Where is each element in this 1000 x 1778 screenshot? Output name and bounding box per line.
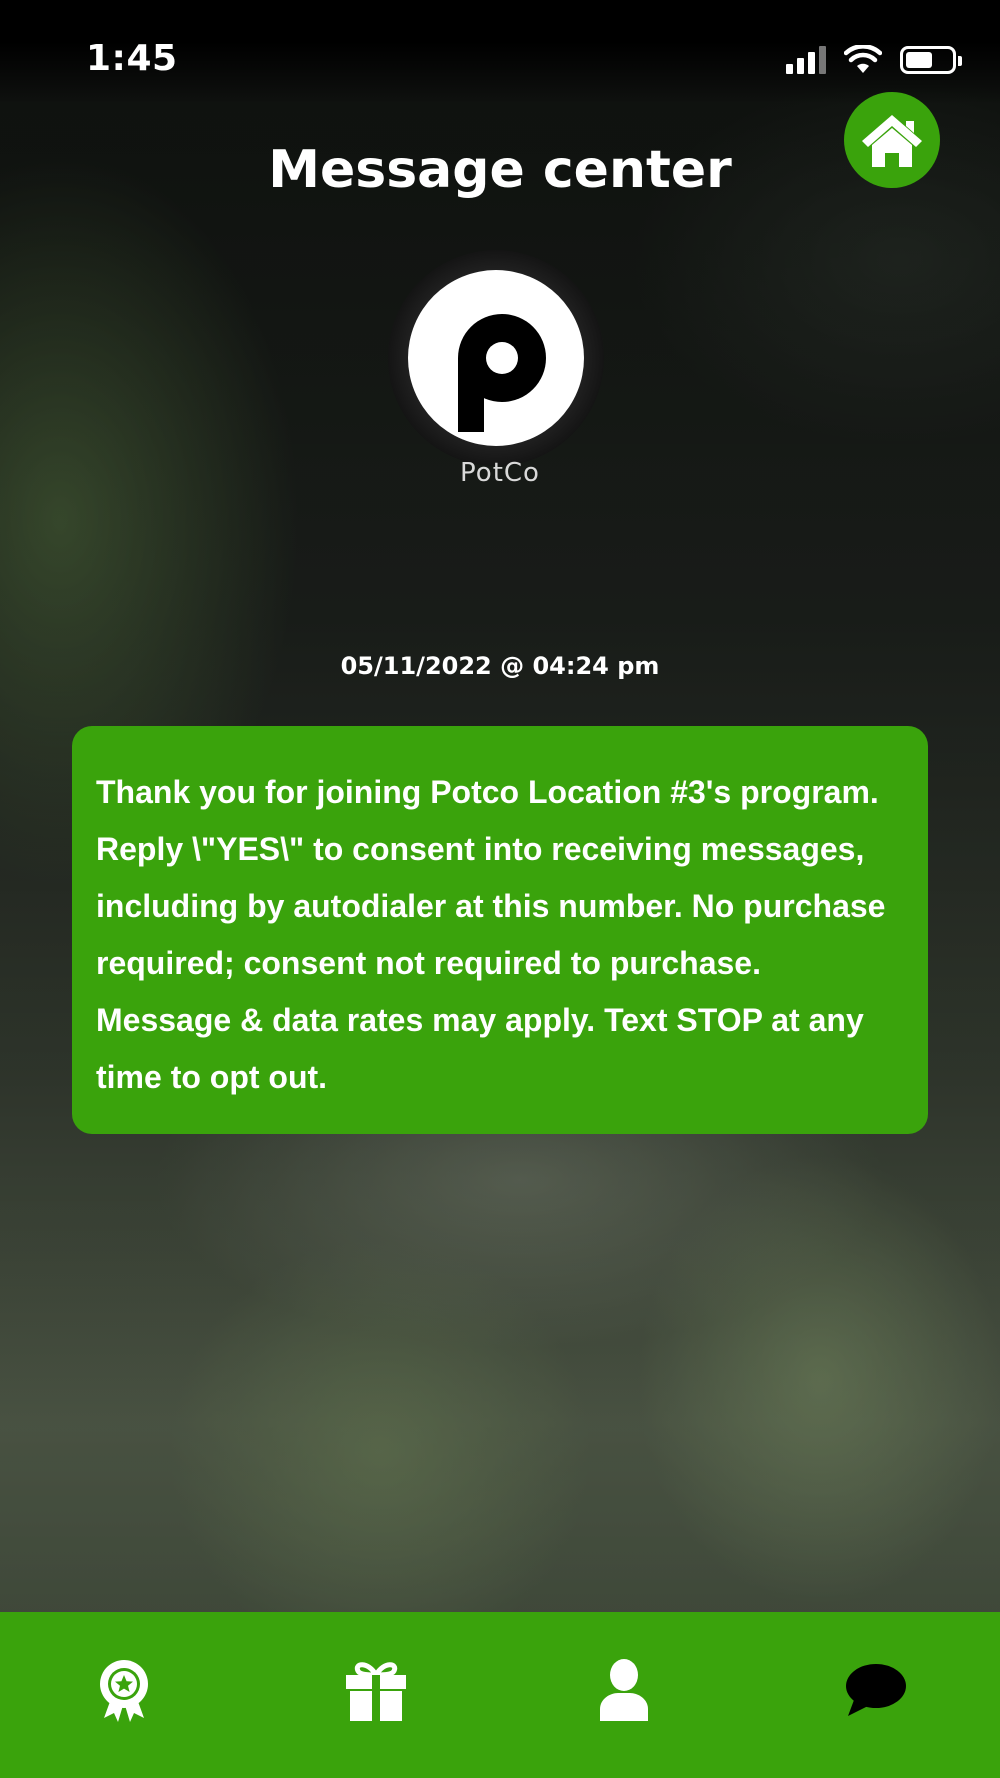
status-time: 1:45 [86,38,178,79]
message-timestamp: 05/11/2022 @ 04:24 pm [340,652,660,680]
status-icons [786,44,962,76]
gift-icon [346,1662,406,1721]
cellular-signal-icon [786,46,826,74]
nav-item-profile[interactable] [574,1640,674,1740]
chat-bubble-icon [846,1664,906,1716]
home-icon [862,115,922,167]
logo-p-mark [458,314,546,432]
user-profile-icon [600,1659,648,1721]
home-button[interactable] [844,92,940,188]
status-bar: 1:45 [0,0,1000,104]
logo-name: PotCo [460,458,540,488]
battery-icon [900,46,962,74]
nav-item-messages[interactable] [826,1640,926,1740]
app-screen: 1:45 Message center PotCo 05/11/2022 @ 0… [0,0,1000,1778]
message-bubble: Thank you for joining Potco Location #3'… [72,726,928,1134]
store-logo: PotCo [380,250,620,510]
bottom-nav [0,1612,1000,1778]
nav-item-gifts[interactable] [326,1640,426,1740]
nav-item-rewards[interactable] [74,1640,174,1740]
award-badge-icon [100,1660,148,1722]
wifi-icon [844,45,882,73]
message-text: Thank you for joining Potco Location #3'… [96,774,886,1095]
